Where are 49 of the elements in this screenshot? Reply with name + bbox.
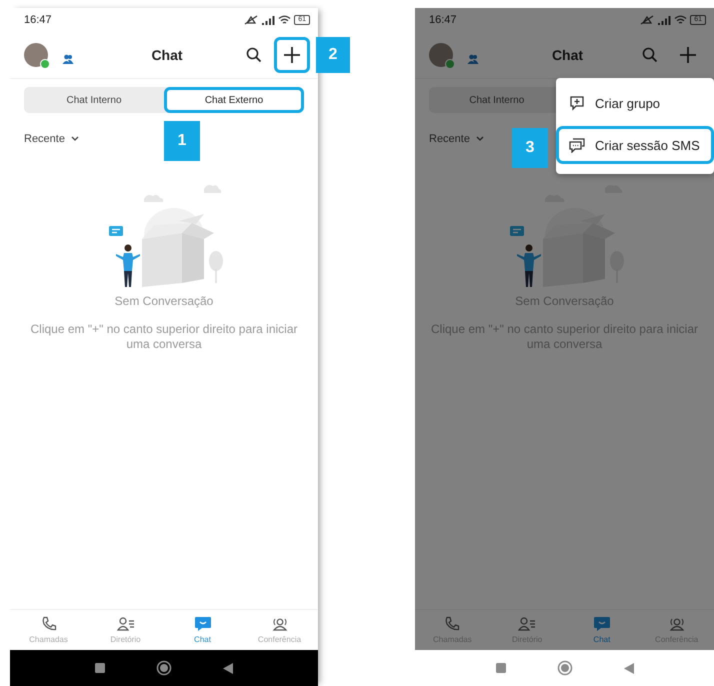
mute-icon: [244, 15, 258, 25]
add-button[interactable]: [274, 37, 310, 73]
plus-icon: [283, 46, 301, 64]
search-icon[interactable]: [246, 47, 262, 63]
back-icon[interactable]: [622, 662, 634, 674]
tab[interactable]: Chat Externo: [164, 87, 304, 113]
plus-icon: [679, 46, 697, 64]
wifi-icon: [674, 15, 688, 25]
nav-tab[interactable]: Diretório: [87, 610, 164, 650]
add-chat-icon: [569, 95, 585, 111]
recents-icon[interactable]: [94, 662, 106, 674]
back-icon[interactable]: [222, 662, 234, 674]
chat-icon: [194, 616, 212, 632]
nav-tab[interactable]: Chat: [164, 610, 241, 650]
home-icon[interactable]: [556, 660, 572, 676]
status-time: 16:47: [24, 14, 52, 26]
avatar[interactable]: [24, 43, 48, 67]
signal-icon: [261, 15, 276, 25]
empty-state-hint: Clique em "+" no canto superior direito para iniciar uma conversa: [30, 322, 298, 352]
recents-icon[interactable]: [494, 662, 506, 674]
sort-dropdown[interactable]: Recente: [429, 133, 484, 145]
nav-tab[interactable]: Chat: [564, 610, 640, 650]
phone-icon: [40, 616, 56, 632]
contacts-icon[interactable]: [467, 54, 479, 64]
step-number: 2: [316, 37, 350, 73]
screen-title: Chat: [550, 47, 584, 63]
avatar[interactable]: [429, 43, 453, 67]
contacts-icon[interactable]: [62, 54, 74, 64]
tab[interactable]: Chat Interno: [24, 87, 164, 113]
phone-icon: [444, 616, 460, 632]
nav-tab[interactable]: Chamadas: [10, 610, 87, 650]
step-number: 3: [512, 128, 548, 168]
step-number: 1: [164, 121, 200, 161]
contact-list-icon: [518, 616, 536, 632]
nav-tab[interactable]: Conferência: [241, 610, 318, 650]
chat-icon: [592, 616, 611, 632]
contact-list-icon: [116, 616, 134, 632]
mute-icon: [640, 15, 654, 25]
home-icon[interactable]: [156, 660, 172, 676]
chevron-down-icon: [476, 136, 484, 142]
empty-state-title: Sem Conversação: [114, 294, 214, 308]
signal-icon: [657, 15, 672, 25]
message-icon: [569, 137, 585, 153]
sort-dropdown[interactable]: Recente: [24, 133, 79, 145]
status-time: 16:47: [429, 14, 457, 26]
menu-item[interactable]: Criar sessão SMS: [556, 126, 714, 164]
chevron-down-icon: [70, 136, 79, 142]
wifi-icon: [278, 15, 292, 25]
screen-title: Chat: [150, 47, 184, 63]
